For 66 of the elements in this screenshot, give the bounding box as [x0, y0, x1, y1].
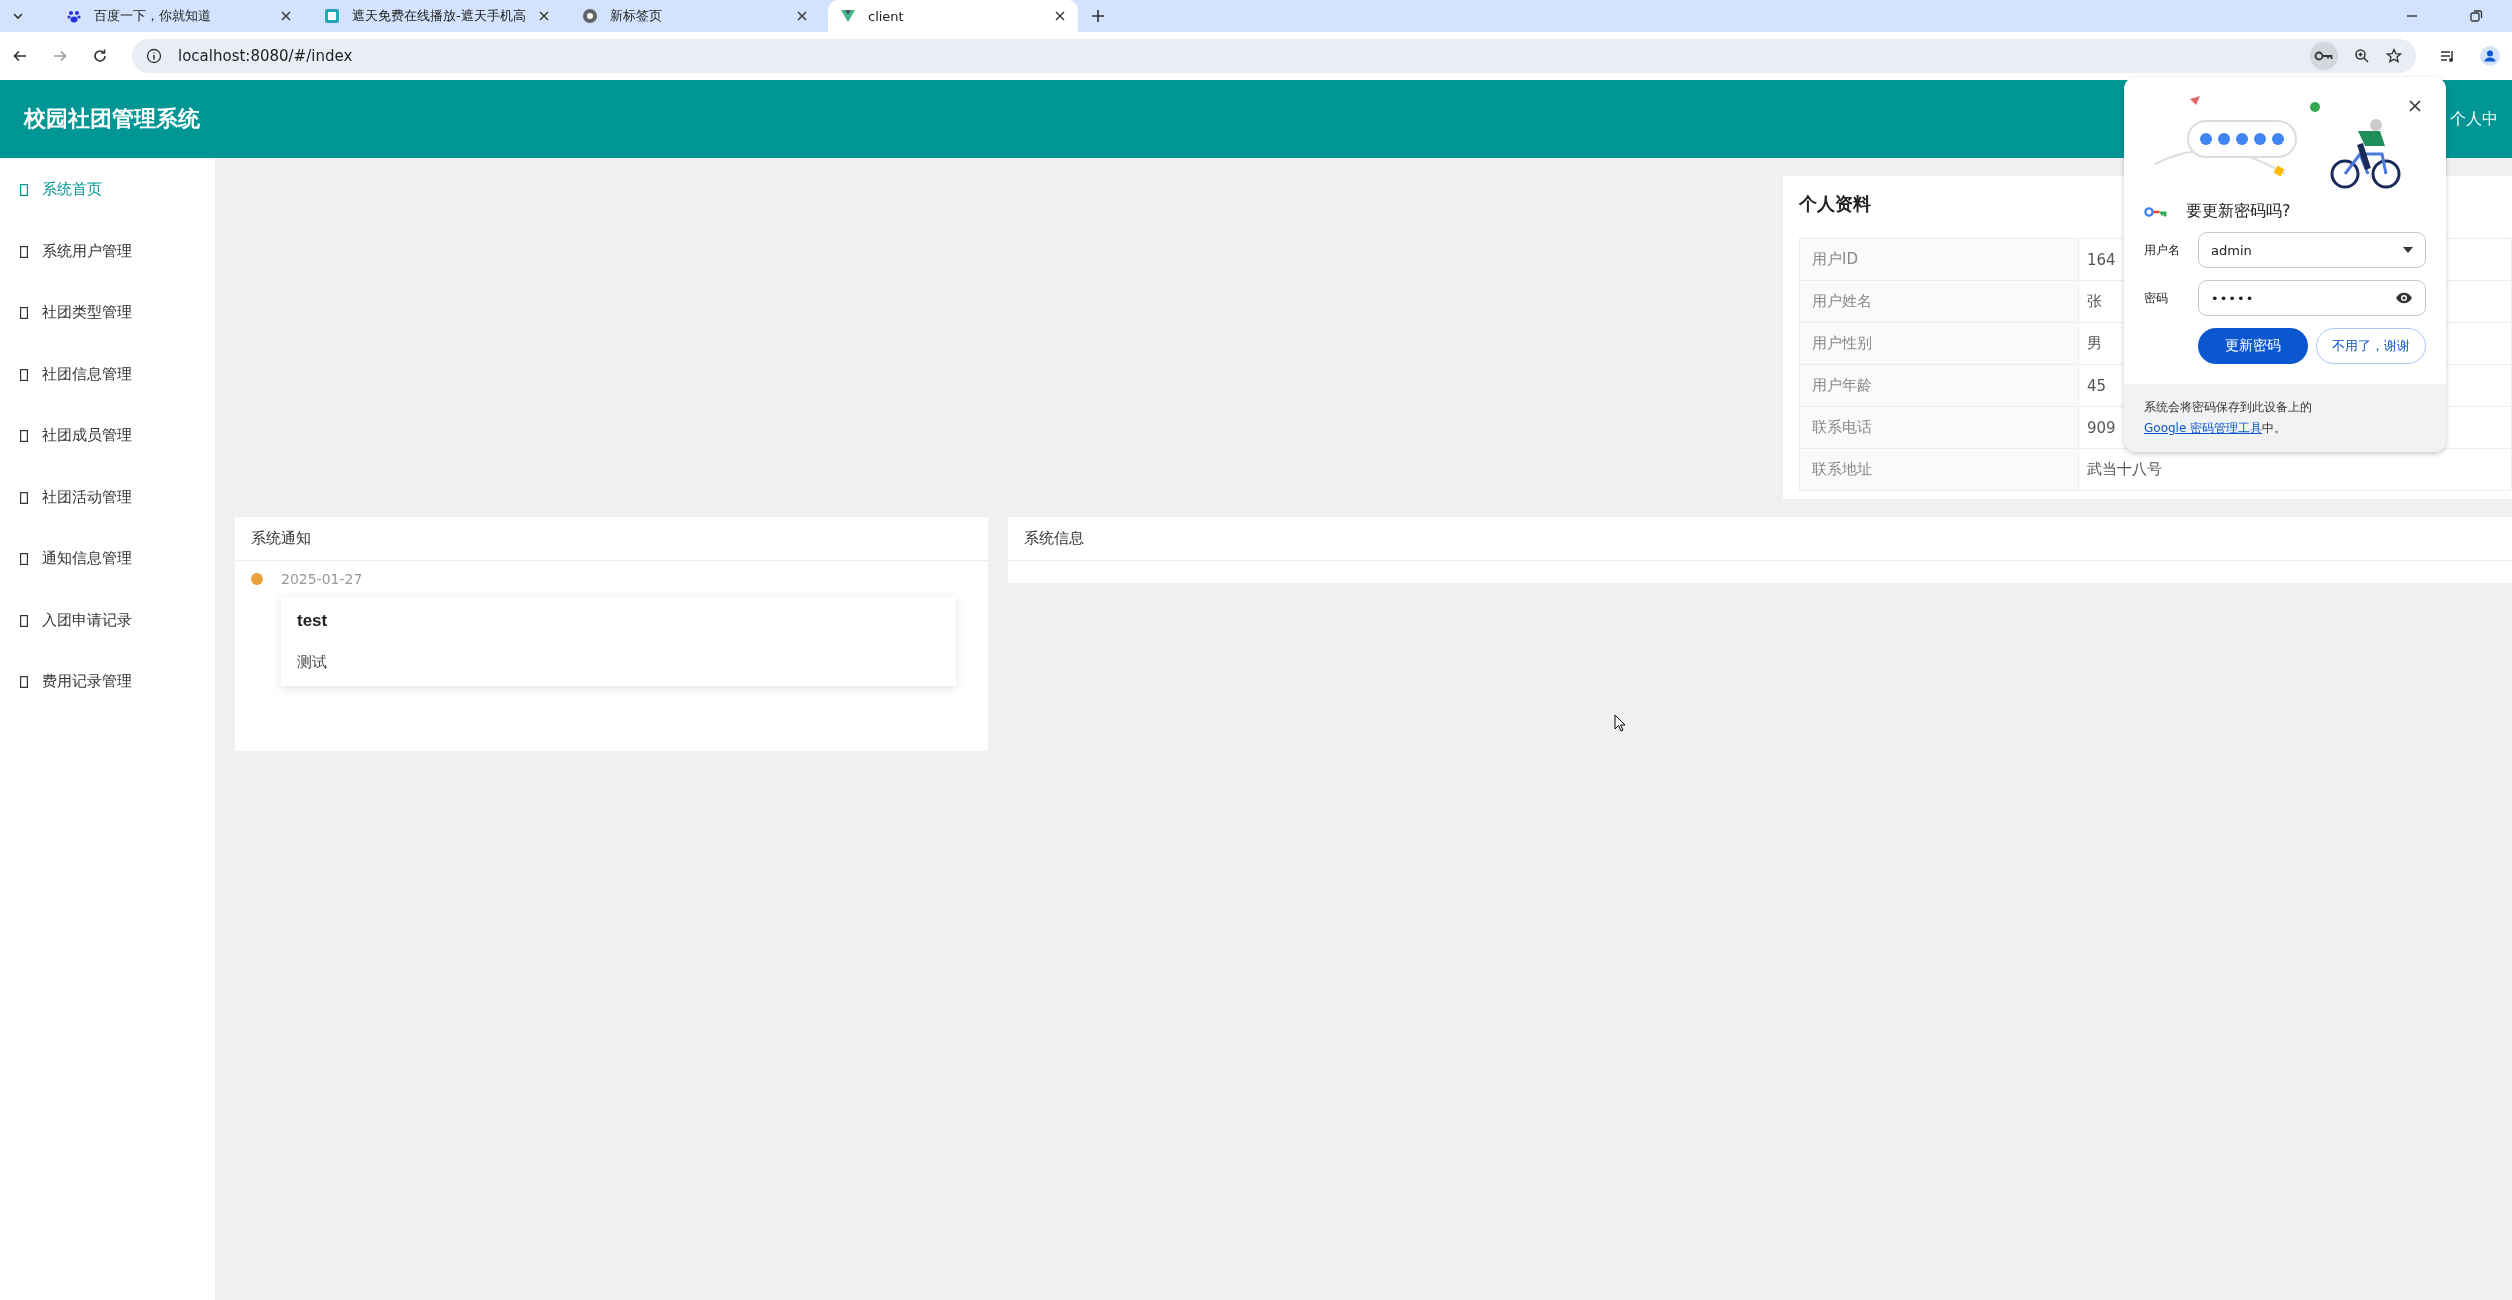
media-icon[interactable]	[2440, 48, 2456, 64]
url-text: localhost:8080/#/index	[178, 47, 353, 65]
password-manager-link[interactable]: Google 密码管理工具	[2144, 421, 2263, 435]
browser-tab[interactable]: 百度一下，你就知道	[54, 0, 304, 32]
close-icon[interactable]	[2408, 99, 2422, 113]
key-icon[interactable]	[2310, 42, 2338, 70]
tab-title: client	[868, 8, 905, 24]
table-cell: 联系电话	[1799, 406, 2079, 449]
sidebar-item[interactable]: 社团成员管理	[0, 426, 215, 488]
update-password-button[interactable]: 更新密码	[2198, 328, 2308, 364]
notice-title: test	[297, 611, 329, 631]
key-icon	[2144, 205, 2168, 218]
sidebar-item[interactable]: 通知信息管理	[0, 549, 215, 611]
dialog-title: 要更新密码吗?	[2186, 201, 2291, 222]
sidebar-item[interactable]: 系统用户管理	[0, 241, 215, 303]
notice-content: 测试	[297, 653, 328, 672]
field-label: 用户名	[2144, 241, 2181, 259]
close-icon[interactable]	[796, 10, 808, 22]
vue-logo-icon	[840, 8, 856, 24]
sidebar-item[interactable]: 社团信息管理	[0, 364, 215, 426]
browser-tab[interactable]: client	[828, 0, 1078, 32]
restore-icon[interactable]	[2468, 8, 2484, 24]
close-icon[interactable]	[280, 10, 292, 22]
decline-button[interactable]: 不用了，谢谢	[2316, 328, 2426, 364]
reload-icon[interactable]	[92, 48, 108, 64]
sidebar-item[interactable]: 社团活动管理	[0, 487, 215, 549]
forward-icon[interactable]	[52, 48, 68, 64]
sidebar-item[interactable]: 社团类型管理	[0, 303, 215, 365]
table-cell: 联系地址	[1799, 448, 2079, 491]
field-label: 密码	[2144, 289, 2169, 307]
address-bar[interactable]: localhost:8080/#/index	[132, 39, 2416, 73]
notice-date: 2025-01-27	[281, 571, 363, 587]
zoom-icon[interactable]	[2354, 48, 2370, 64]
browser-tab[interactable]: 新标签页	[570, 0, 820, 32]
sidebar-item[interactable]: 费用记录管理	[0, 672, 215, 734]
sidebar-item[interactable]: 入团申请记录	[0, 610, 215, 672]
username-field[interactable]: admin	[2198, 232, 2426, 268]
tab-title: 遮天免费在线播放-遮天手机高	[352, 7, 526, 25]
password-field[interactable]: •••••	[2198, 280, 2426, 316]
table-cell: 用户姓名	[1799, 280, 2079, 323]
user-menu[interactable]: 个人中	[2450, 108, 2498, 130]
eye-icon[interactable]	[2395, 292, 2413, 304]
cursor-icon	[1614, 714, 1626, 732]
site-icon	[324, 8, 340, 24]
card-title: 个人资料	[1799, 192, 1871, 216]
close-icon[interactable]	[1054, 10, 1066, 22]
paw-icon	[66, 8, 82, 24]
plus-icon[interactable]	[1090, 8, 1106, 24]
app-title: 校园社团管理系统	[24, 105, 200, 133]
table-cell: 用户性别	[1799, 322, 2079, 365]
sidebar-item[interactable]: 系统首页	[0, 180, 215, 242]
table-cell: 用户年龄	[1799, 364, 2079, 407]
card-title: 系统通知	[235, 517, 988, 561]
star-icon[interactable]	[2386, 48, 2402, 64]
browser-logo-icon	[582, 8, 598, 24]
close-icon[interactable]	[538, 10, 550, 22]
tab-title: 百度一下，你就知道	[94, 7, 212, 25]
info-icon[interactable]	[146, 48, 162, 64]
browser-tab[interactable]: 遮天免费在线播放-遮天手机高	[312, 0, 562, 32]
tab-title: 新标签页	[610, 7, 663, 25]
timeline-dot	[251, 573, 263, 585]
table-cell: 用户ID	[1799, 238, 2079, 281]
caret-icon	[2403, 247, 2413, 253]
card-title: 系统信息	[1008, 517, 2512, 561]
profile-icon[interactable]	[2480, 46, 2500, 66]
back-icon[interactable]	[12, 48, 28, 64]
